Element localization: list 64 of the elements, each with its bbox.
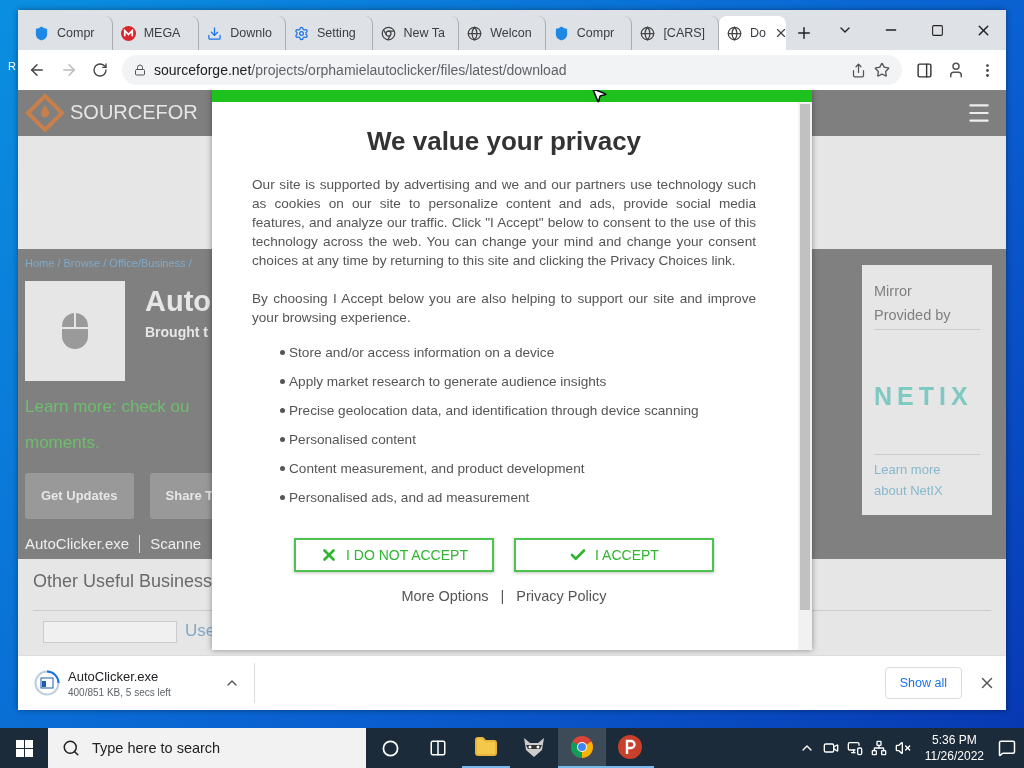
dialog-paragraph: Our site is supported by advertising and we and our partners use technology such as cookies on our site to personalize content and ads, provide social media features, and analyze our traffic. Click "I Accept" below to consent to the use of this technology across the web. You can change your mind and change your consent choices at any time by returning to this site and clicking the Privacy Choices link. [252,176,756,270]
shield-icon [34,25,49,41]
task-view-icon[interactable] [429,739,447,757]
globe-icon [467,25,483,41]
globe-icon [727,25,742,41]
side-panel-icon[interactable] [916,61,933,79]
network-icon[interactable] [870,740,887,756]
raccoon-icon [522,736,546,758]
chrome-icon [380,25,396,41]
folder-icon [474,735,498,759]
show-all-button[interactable]: Show all [884,667,962,699]
globe-icon [640,25,656,41]
notice-text: moments. [25,431,101,454]
settings-icon [293,25,309,41]
mouse-icon [61,311,89,350]
mega-icon [120,25,136,41]
file-name: AutoClicker.exe [25,535,130,553]
scrollbar[interactable] [798,102,812,650]
privacy-policy-link[interactable]: Privacy Policy [516,588,607,604]
psiphon-icon [617,734,643,760]
more-options-link[interactable]: More Options [401,588,489,604]
lock-icon [134,64,146,76]
file-icon [34,670,60,696]
chrome-icon [570,735,594,759]
back-icon[interactable] [28,61,46,79]
dialog-title: We value your privacy [365,126,643,157]
mirror-heading: Mirror Provided by [874,278,980,330]
purpose-item: Personalised content [280,425,756,454]
purpose-item: Store and/or access information on a device [280,338,756,367]
project-title: Auto [145,284,212,318]
dialog-paragraph: By choosing I Accept below you are also helping to support our site and improve your browsing experience. [252,290,756,327]
reload-icon[interactable] [92,62,108,78]
diamond-logo-icon [26,93,64,132]
muted-speaker-icon[interactable] [894,740,911,756]
windows-logo-icon[interactable] [15,739,33,757]
scan-status: Scanne [150,535,202,553]
profile-icon[interactable] [947,61,965,79]
desktop-icon-label: R [8,60,16,72]
devices-icon[interactable] [846,740,863,756]
search-icon [62,739,80,757]
purpose-item: Content measurement, and product development [280,454,756,483]
browser-tab[interactable]: Do [719,16,786,50]
shield-icon [553,25,569,41]
purpose-item: Precise geolocation data, and identification through device scanning [280,396,756,425]
close-icon[interactable] [774,26,786,40]
purpose-item: Personalised ads, and ad measurement [280,483,756,512]
download-status: 400/851 KB, 5 secs left [68,686,172,698]
notice-text: Learn more: check ou [25,395,191,418]
project-byline: Brought t [145,323,209,340]
taskbar-search-field[interactable]: Type here to search [48,728,366,768]
camera-icon[interactable] [822,740,839,756]
share-icon[interactable] [851,62,866,78]
cortana-icon[interactable] [381,739,399,757]
bookmark-star-icon[interactable] [874,62,890,78]
section-title: Other Useful Business [33,571,214,592]
netix-logo: NETIX [874,381,974,411]
notifications-icon[interactable] [998,739,1016,757]
link-separator: | [500,588,505,604]
taskbar-clock[interactable]: 5:36 PM 11/26/2022 [924,732,984,764]
download-file-name[interactable]: AutoClicker.exe [68,668,216,684]
download-icon [207,25,223,41]
maximize-icon[interactable] [930,23,944,37]
purpose-item: Apply market research to generate audience insights [280,367,756,396]
address-bar[interactable]: sourceforge.net/projects/orphamielautoclicker/files/latest/download [122,55,902,85]
